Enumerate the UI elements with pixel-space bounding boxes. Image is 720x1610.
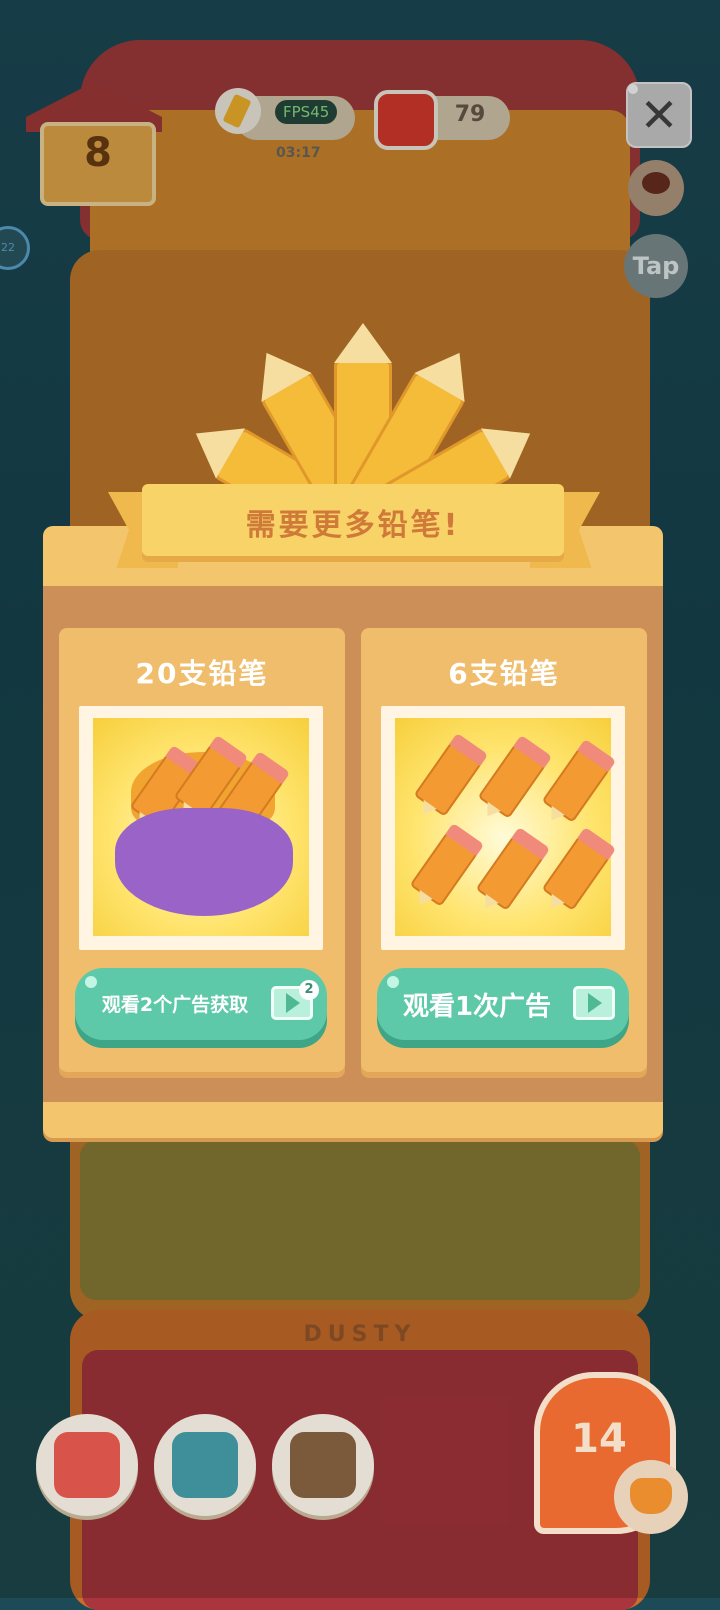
small-pencil-icon: [541, 747, 611, 823]
dialog-title: 需要更多铅笔!: [245, 508, 461, 543]
cat-button[interactable]: [614, 1460, 688, 1534]
button-dot: [85, 976, 97, 988]
furniture-button[interactable]: [36, 1414, 138, 1516]
watch-2-ads-button[interactable]: 观看2个广告获取 2: [75, 968, 327, 1040]
notebook-button[interactable]: [154, 1414, 256, 1516]
notebook-icon: [172, 1432, 238, 1498]
offer-image-frame: [79, 706, 323, 950]
offer-title: 6支铅笔: [448, 657, 560, 690]
pencil-bag-icon: [93, 718, 309, 936]
offer-title: 20支铅笔: [135, 657, 269, 690]
small-pencil-icon: [413, 741, 483, 817]
watch-1-ad-label: 观看1次广告: [402, 992, 552, 1022]
small-pencil-icon: [477, 743, 547, 819]
offer-image-frame: [381, 706, 625, 950]
picture-frame-icon: [290, 1432, 356, 1498]
offer-card-6-pencils: 6支铅笔 观看1次广告: [361, 628, 647, 1072]
picture-button[interactable]: [272, 1414, 374, 1516]
purple-bag: [115, 808, 293, 916]
small-pencil-icon: [409, 831, 479, 907]
pencil-fan-icon: [200, 323, 520, 556]
six-pencils-icon: [395, 718, 611, 936]
ad-count-badge: 2: [299, 980, 319, 1000]
watch-1-ad-button[interactable]: 观看1次广告: [377, 968, 629, 1040]
offer-card-20-pencils: 20支铅笔 观看2个广告获取 2: [59, 628, 345, 1072]
small-pencil-icon: [475, 835, 545, 911]
armchair-icon: [54, 1432, 120, 1498]
next-level-number: 14: [571, 1416, 627, 1462]
video-play-icon: [573, 986, 615, 1020]
small-pencil-icon: [541, 835, 611, 911]
watch-2-ads-label: 观看2个广告获取: [101, 994, 249, 1016]
